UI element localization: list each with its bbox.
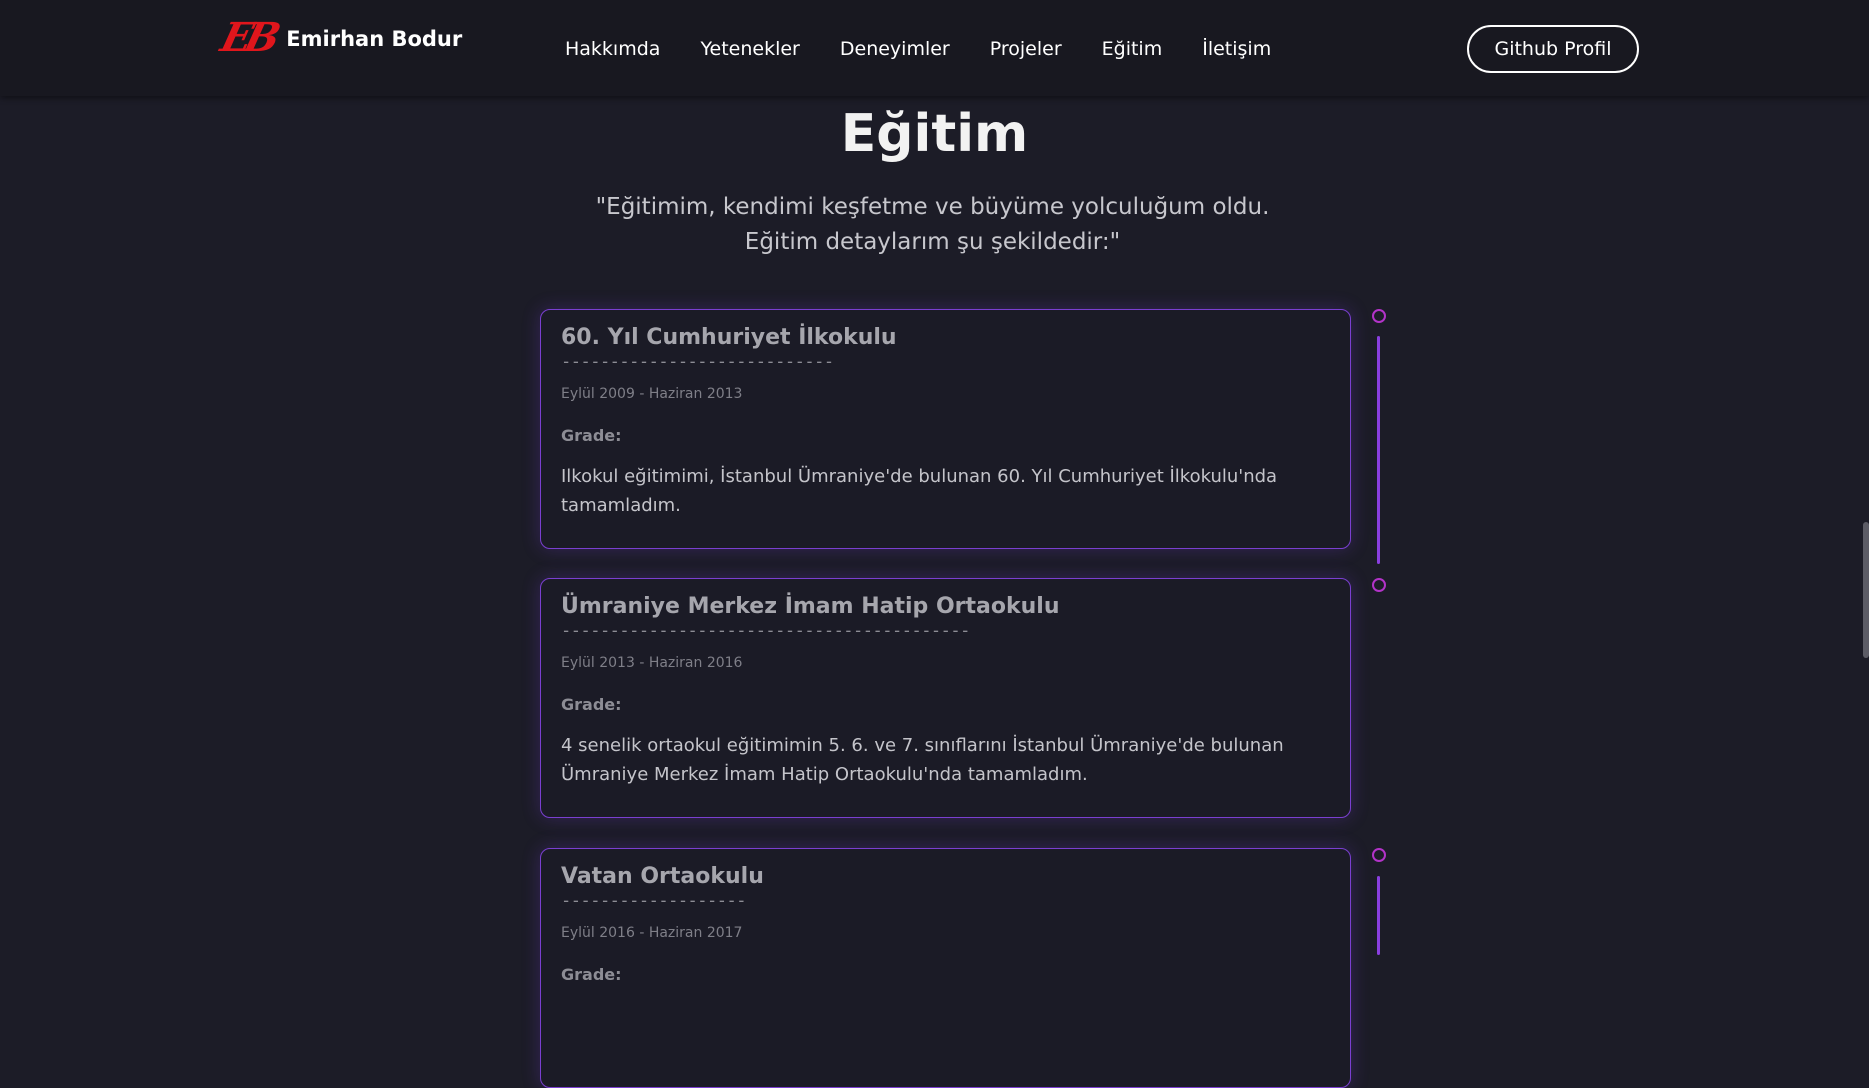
timeline-dot xyxy=(1372,848,1386,862)
nav-link-yetenekler[interactable]: Yetenekler xyxy=(700,38,799,60)
navbar: EB Emirhan Bodur Hakkımda Yetenekler Den… xyxy=(0,0,1869,96)
divider-dashes: ------------------- xyxy=(561,891,746,911)
education-date: Eylül 2016 - Haziran 2017 xyxy=(561,925,743,941)
education-date: Eylül 2013 - Haziran 2016 xyxy=(561,655,743,671)
education-description: 4 senelik ortaokul eğitimimin 5. 6. ve 7… xyxy=(561,735,1284,785)
github-profile-button[interactable]: Github Profil xyxy=(1467,25,1639,73)
divider-dashes: ---------------------------- xyxy=(561,352,834,372)
nav-links: Hakkımda Yetenekler Deneyimler Projeler … xyxy=(565,38,1311,60)
education-description: Ilkokul eğitimimi, İstanbul Ümraniye'de … xyxy=(561,466,1278,516)
timeline-dot xyxy=(1372,578,1386,592)
grade-label: Grade: xyxy=(561,965,622,984)
nav-link-hakkimda[interactable]: Hakkımda xyxy=(565,38,660,60)
timeline-line xyxy=(1377,336,1380,564)
nav-link-iletisim[interactable]: İletişim xyxy=(1202,38,1271,60)
section-subtitle: "Eğitimim, kendimi keşfetme ve büyüme yo… xyxy=(595,194,1270,255)
timeline-dot xyxy=(1372,309,1386,323)
scrollbar-track[interactable] xyxy=(1862,0,1869,955)
education-date: Eylül 2009 - Haziran 2013 xyxy=(561,386,743,402)
education-card: 60. Yıl Cumhuriyet İlkokulu ------------… xyxy=(540,309,1351,549)
divider-dashes: ----------------------------------------… xyxy=(561,621,970,641)
nav-link-projeler[interactable]: Projeler xyxy=(990,38,1062,60)
logo-name: Emirhan Bodur xyxy=(286,27,463,51)
logo-mark: EB xyxy=(216,14,279,61)
education-card: Vatan Ortaokulu ------------------- Eylü… xyxy=(540,848,1351,1088)
school-name: 60. Yıl Cumhuriyet İlkokulu xyxy=(561,325,897,350)
scrollbar-thumb[interactable] xyxy=(1863,522,1869,658)
school-name: Vatan Ortaokulu xyxy=(561,864,764,889)
section-title: Eğitim xyxy=(840,104,1029,164)
nav-link-egitim[interactable]: Eğitim xyxy=(1102,38,1163,60)
grade-label: Grade: xyxy=(561,426,622,445)
timeline-line xyxy=(1377,876,1380,955)
nav-link-deneyimler[interactable]: Deneyimler xyxy=(840,38,950,60)
education-card: Ümraniye Merkez İmam Hatip Ortaokulu ---… xyxy=(540,578,1351,818)
logo[interactable]: EB Emirhan Bodur xyxy=(216,14,463,61)
grade-label: Grade: xyxy=(561,695,622,714)
school-name: Ümraniye Merkez İmam Hatip Ortaokulu xyxy=(561,594,1060,619)
